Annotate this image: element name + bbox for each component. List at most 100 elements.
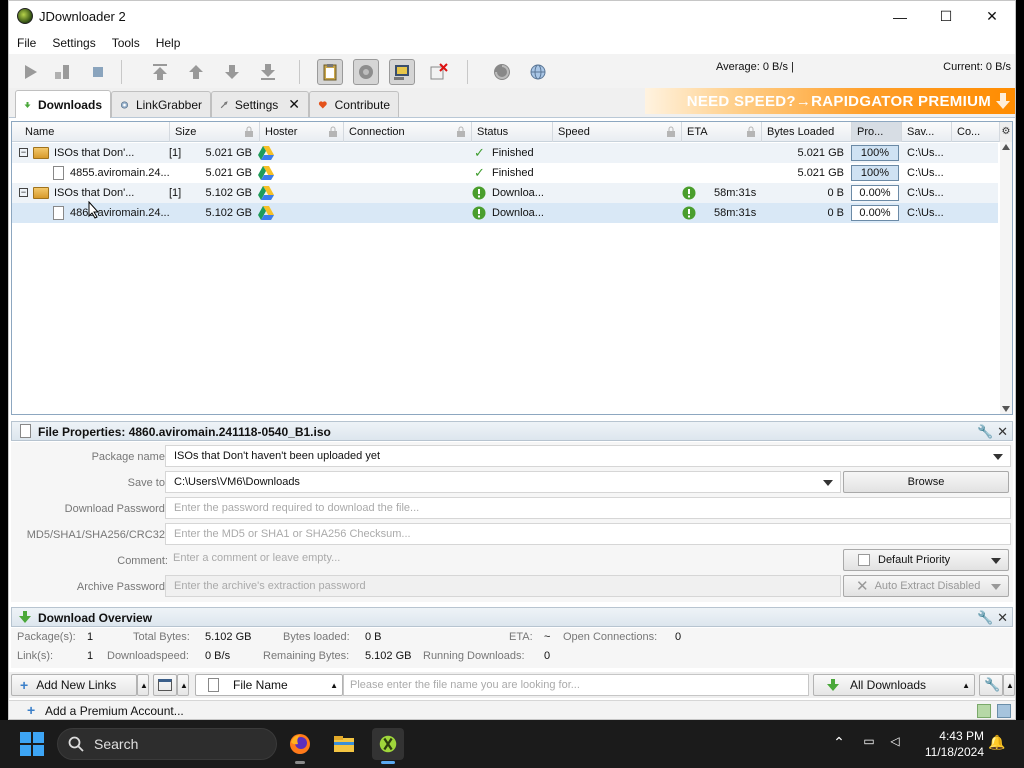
reconnect-toggle-button[interactable]	[353, 59, 379, 85]
notification-bell-icon[interactable]: 🔔	[988, 734, 1006, 752]
tab-settings-close-icon[interactable]: ✕	[288, 96, 300, 113]
search-icon	[68, 736, 84, 752]
row-progress-text: 100%	[860, 147, 890, 159]
taskbar-search[interactable]: Search	[57, 728, 277, 760]
minimize-button[interactable]: —	[877, 1, 923, 32]
table-row[interactable]: − ISOs that Don'... [1] 5.021 GB ✓ Finis…	[12, 143, 998, 163]
menu-tools[interactable]: Tools	[104, 32, 148, 54]
table-row[interactable]: − ISOs that Don'... [1] 5.102 GB Downloa…	[12, 183, 998, 203]
table-row[interactable]: 4855.aviromain.24... 5.021 GB ✓ Finished…	[12, 163, 998, 183]
move-bottom-icon	[261, 64, 275, 80]
start-downloads-button[interactable]	[17, 59, 43, 85]
file-explorer-taskbar-button[interactable]	[328, 728, 360, 760]
package-name-field[interactable]: ISOs that Don't haven't been uploaded ye…	[165, 445, 1011, 467]
file-icon	[20, 424, 31, 438]
update-button[interactable]	[525, 59, 551, 85]
quick-settings-menu-arrow[interactable]: ▲	[1003, 674, 1015, 696]
move-to-top-button[interactable]	[147, 59, 173, 85]
row-save-to: C:\Us...	[907, 207, 944, 219]
reconnect-now-button[interactable]	[489, 59, 515, 85]
wrench-icon[interactable]: 🔧	[977, 424, 993, 439]
eta-wait-icon	[682, 206, 696, 220]
firefox-taskbar-button[interactable]	[284, 728, 316, 764]
jdownloader-icon	[379, 735, 397, 753]
comment-field[interactable]: Enter a comment or leave empty...	[165, 548, 841, 570]
windows-start-icon[interactable]	[20, 732, 44, 756]
add-links-menu-arrow[interactable]: ▲	[137, 674, 149, 696]
col-progress[interactable]: Pro...	[852, 122, 902, 142]
col-bytes-loaded[interactable]: Bytes Loaded	[762, 122, 852, 142]
clipboard-observer-button[interactable]	[317, 59, 343, 85]
table-settings-icon[interactable]: ⚙	[1000, 122, 1012, 142]
col-hoster[interactable]: Hoster	[260, 122, 344, 142]
col-status[interactable]: Status	[472, 122, 553, 142]
search-input[interactable]: Please enter the file name you are looki…	[343, 674, 809, 696]
priority-dropdown[interactable]: Default Priority	[843, 549, 1009, 571]
col-size[interactable]: Size	[170, 122, 260, 142]
close-panel-icon[interactable]: ✕	[997, 610, 1008, 625]
pause-downloads-button[interactable]	[49, 59, 75, 85]
open-connections-value: 0	[675, 631, 682, 643]
close-panel-icon[interactable]: ✕	[997, 424, 1008, 439]
quick-settings-button[interactable]: 🔧	[979, 674, 1003, 696]
close-button[interactable]: ✕	[969, 1, 1015, 32]
wrench-icon[interactable]: 🔧	[977, 610, 993, 625]
add-new-links-button[interactable]: + Add New Links	[11, 674, 137, 696]
col-speed[interactable]: Speed	[553, 122, 682, 142]
volume-muted-icon[interactable]: ◁	[886, 734, 904, 752]
row-eta: 58m:31s	[714, 187, 757, 199]
collapse-icon[interactable]: −	[19, 188, 28, 197]
auto-extract-dropdown[interactable]: ✕ Auto Extract Disabled	[843, 575, 1009, 597]
tab-settings[interactable]: Settings ✕	[211, 91, 309, 117]
col-connection[interactable]: Connection	[344, 122, 472, 142]
all-downloads-dropdown[interactable]: All Downloads ▲	[813, 674, 975, 696]
scroll-up-icon[interactable]	[1002, 144, 1010, 150]
save-to-field[interactable]: C:\Users\VM6\Downloads	[165, 471, 841, 493]
download-password-field[interactable]: Enter the password required to download …	[165, 497, 1011, 519]
network-icon[interactable]: ▭	[860, 734, 878, 752]
view-toggle-button[interactable]	[153, 674, 177, 696]
menu-help[interactable]: Help	[148, 32, 189, 54]
tray-chevron-up-icon[interactable]: ⌃	[830, 734, 848, 752]
menu-file[interactable]: File	[9, 32, 44, 54]
col-name[interactable]: Name	[20, 122, 170, 142]
col-eta-label: ETA	[687, 126, 708, 138]
rapidgator-premium-banner[interactable]: NEED SPEED?→RAPIDGATOR PREMIUM	[645, 88, 1015, 114]
search-field-selector[interactable]: File Name ▲	[195, 674, 343, 696]
table-scrollbar[interactable]	[1000, 142, 1012, 414]
silent-mode-button[interactable]	[425, 59, 451, 85]
mouse-cursor-icon	[88, 201, 100, 219]
col-save-to[interactable]: Sav...	[902, 122, 952, 142]
move-up-button[interactable]	[183, 59, 209, 85]
file-properties-panel: Package name: ISOs that Don't haven't be…	[11, 442, 1013, 602]
toolbar: Average: 0 B/s | Current: 0 B/s	[9, 54, 1015, 88]
row-count: [1]	[169, 187, 182, 199]
archive-password-field[interactable]: Enter the archive's extraction password	[165, 575, 841, 597]
stop-downloads-button[interactable]	[85, 59, 111, 85]
tab-linkgrabber[interactable]: LinkGrabber	[111, 91, 211, 117]
move-down-button[interactable]	[219, 59, 245, 85]
browse-button[interactable]: Browse	[843, 471, 1009, 493]
move-to-bottom-button[interactable]	[255, 59, 281, 85]
view-menu-arrow[interactable]: ▲	[177, 674, 189, 696]
tab-downloads[interactable]: Downloads	[15, 90, 111, 118]
collapse-icon[interactable]: −	[19, 148, 28, 157]
add-premium-account-link[interactable]: Add a Premium Account...	[45, 704, 184, 718]
waiting-status-icon	[472, 186, 486, 200]
premium-toggle-button[interactable]	[389, 59, 415, 85]
row-progress-bar: 0.00%	[851, 185, 899, 201]
taskbar-clock[interactable]: 4:43 PM 11/18/2024	[925, 728, 984, 760]
row-bytes-loaded: 0 B	[827, 207, 844, 219]
silent-mode-icon	[430, 63, 448, 80]
chevron-down-icon	[991, 584, 1001, 590]
table-row[interactable]: 4860.aviromain.24... 5.102 GB Downloa...…	[12, 201, 998, 223]
row-status: Downloa...	[492, 207, 544, 219]
menu-settings[interactable]: Settings	[44, 32, 103, 54]
col-eta[interactable]: ETA	[682, 122, 762, 142]
scroll-down-icon[interactable]	[1002, 406, 1010, 412]
col-comment[interactable]: Co...	[952, 122, 1000, 142]
checksum-field[interactable]: Enter the MD5 or SHA1 or SHA256 Checksum…	[165, 523, 1011, 545]
tab-contribute[interactable]: Contribute	[309, 91, 399, 117]
jdownloader-taskbar-button[interactable]	[372, 728, 404, 764]
maximize-button[interactable]: ☐	[923, 1, 969, 32]
